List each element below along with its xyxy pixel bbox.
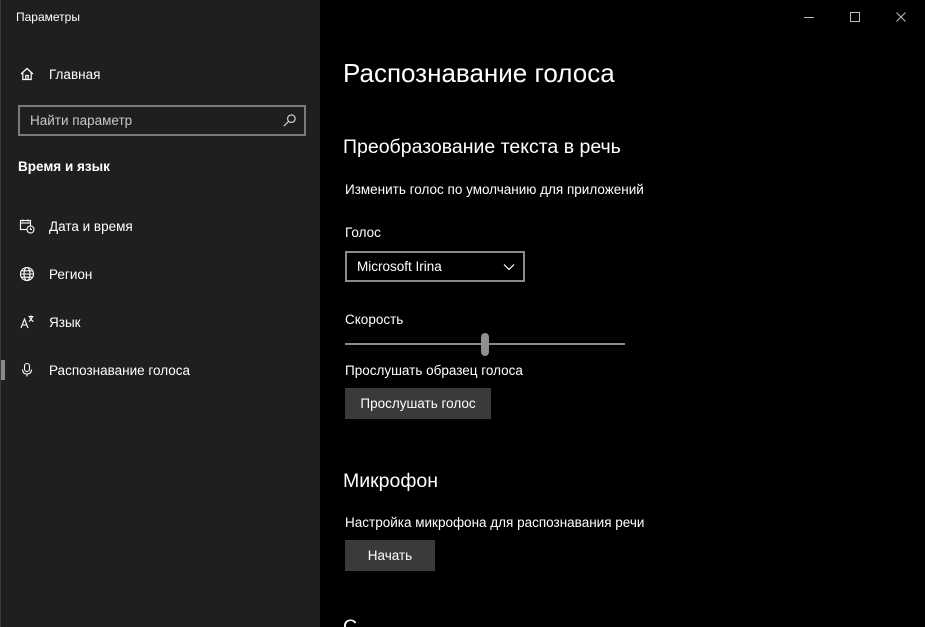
globe-icon [18,265,36,283]
preview-label: Прослушать образец голоса [345,363,523,378]
search-box[interactable] [18,105,306,136]
mic-heading: Микрофон [343,470,439,492]
preview-voice-button[interactable]: Прослушать голос [345,388,491,419]
nav-home[interactable]: Главная [1,54,321,94]
section-title: Время и язык [18,159,110,174]
search-icon[interactable] [282,113,297,128]
calendar-clock-icon [18,217,36,235]
home-icon [18,65,36,83]
speed-label: Скорость [345,312,404,327]
speed-slider[interactable] [345,333,625,357]
sidebar-item-label: Дата и время [49,218,133,234]
sidebar-item-date-time[interactable]: Дата и время [1,206,321,246]
sidebar: Параметры Главная Время и язык Дата и вр… [0,0,320,627]
sidebar-item-label: Распознавание голоса [49,362,191,378]
sidebar-item-label: Язык [49,314,81,330]
microphone-icon [18,361,36,379]
next-section-heading: С [343,616,358,627]
voice-select[interactable]: Microsoft Irina [345,251,525,282]
active-indicator [1,360,5,380]
search-input[interactable] [20,112,272,129]
page-title: Распознавание голоса [343,58,615,88]
sidebar-item-speech[interactable]: Распознавание голоса [1,350,321,390]
content-pane: Распознавание голоса Преобразование текс… [320,0,925,627]
sidebar-item-region[interactable]: Регион [1,254,321,294]
nav-home-label: Главная [49,66,101,82]
language-icon [18,313,36,331]
sidebar-item-label: Регион [49,266,93,282]
mic-start-button[interactable]: Начать [345,540,435,571]
tts-description: Изменить голос по умолчанию для приложен… [345,182,644,197]
voice-select-value: Microsoft Irina [357,259,442,274]
window-title: Параметры [16,10,80,24]
speed-slider-thumb[interactable] [481,333,489,356]
mic-description: Настройка микрофона для распознавания ре… [345,515,645,530]
chevron-down-icon [503,264,515,271]
tts-heading: Преобразование текста в речь [343,136,621,158]
voice-label: Голос [345,225,381,240]
sidebar-item-language[interactable]: Язык [1,302,321,342]
